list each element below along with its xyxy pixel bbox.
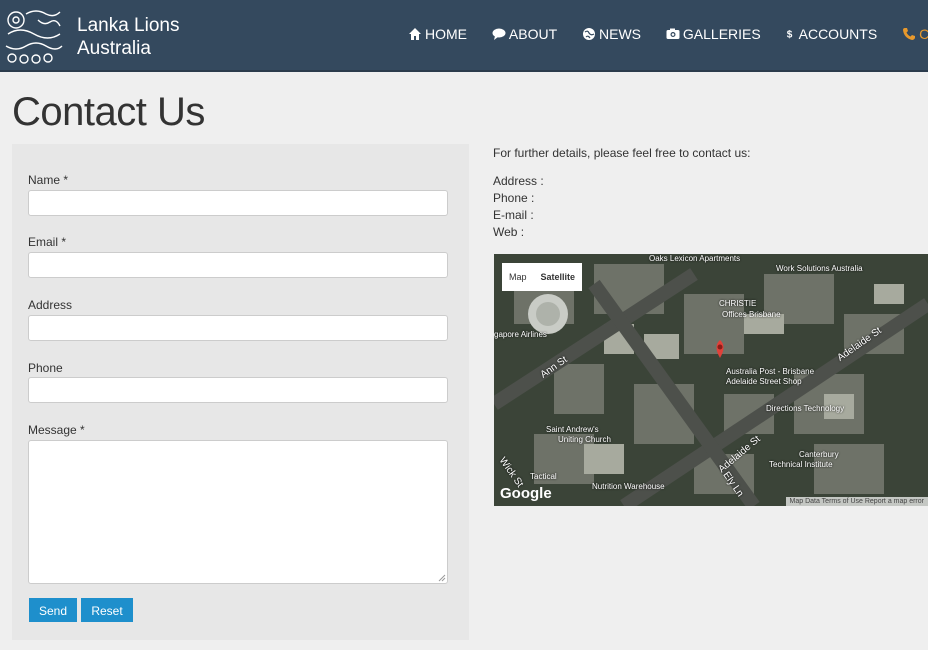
phone-info: Phone : (493, 191, 535, 205)
nav-contact-label: CONTA (919, 26, 928, 42)
name-label: Name * (28, 173, 69, 187)
poi-christie[interactable]: CHRISTIE (719, 299, 756, 308)
nav-home-label: HOME (425, 26, 467, 42)
map-type-map[interactable]: Map (502, 263, 534, 291)
map-footer[interactable]: Map Data Terms of Use Report a map error (785, 497, 928, 506)
page-title: Contact Us (12, 90, 205, 134)
poi-canterbury[interactable]: Canterbury (799, 450, 839, 459)
navbar: Lanka Lions Australia HOME ABOUT NEWS GA… (0, 0, 928, 72)
send-button[interactable]: Send (29, 598, 77, 622)
satellite-imagery (494, 254, 928, 506)
message-label: Message * (28, 423, 85, 437)
google-logo: Google (500, 485, 552, 502)
email-info: E-mail : (493, 208, 534, 222)
nav-accounts-label: ACCOUNTS (798, 26, 878, 42)
nav-news-label: NEWS (599, 26, 642, 42)
poi-oaks[interactable]: Oaks Lexicon Apartments (649, 254, 740, 263)
nav-about-label: ABOUT (508, 26, 558, 42)
resize-handle-icon[interactable] (438, 574, 446, 582)
poi-st-andrews-2[interactable]: Uniting Church (558, 435, 611, 444)
google-map[interactable]: Ann St Adelaide St Adelaide St Ely Ln Wi… (494, 254, 928, 506)
phone-input[interactable] (28, 377, 448, 403)
contact-info-heading: For further details, please feel free to… (493, 146, 751, 160)
nav-home[interactable]: HOME (408, 26, 467, 42)
nav-contact[interactable]: CONTA (902, 26, 928, 42)
svg-text:$: $ (786, 30, 792, 41)
nav-accounts[interactable]: $ ACCOUNTS (786, 26, 878, 42)
contact-form: Name * Email * Address Phone Message * S… (12, 144, 469, 640)
email-label: Email * (28, 235, 67, 249)
map-type-satellite[interactable]: Satellite (534, 263, 583, 291)
reset-button[interactable]: Reset (81, 598, 133, 622)
nav-galleries[interactable]: GALLERIES (666, 26, 761, 42)
main-nav: HOME ABOUT NEWS GALLERIES $ ACCOUNTS CON… (408, 26, 928, 44)
brand-line2: Australia (77, 38, 151, 59)
message-textarea[interactable] (28, 440, 448, 584)
chat-icon (492, 28, 506, 40)
poi-work-solutions[interactable]: Work Solutions Australia (776, 264, 863, 273)
name-input[interactable] (28, 190, 448, 216)
nav-galleries-label: GALLERIES (682, 26, 761, 42)
web-info: Web : (493, 225, 525, 239)
email-input[interactable] (28, 252, 448, 278)
lion-logo-icon[interactable] (2, 6, 66, 66)
address-info: Address : (493, 174, 544, 188)
globe-icon (583, 28, 596, 40)
brand-line1: Lanka Lions (77, 15, 180, 36)
dollar-icon: $ (786, 30, 792, 41)
poi-tactical[interactable]: Tactical (530, 472, 557, 481)
poi-nutrition-warehouse[interactable]: Nutrition Warehouse (592, 482, 665, 491)
phone-icon (903, 28, 916, 40)
home-icon (409, 28, 421, 40)
poi-directions-technology[interactable]: Directions Technology (766, 404, 844, 413)
address-input[interactable] (28, 315, 448, 341)
poi-st-andrews[interactable]: Saint Andrew's (546, 425, 599, 434)
camera-icon (666, 28, 680, 39)
poi-canterbury-2[interactable]: Technical Institute (769, 460, 833, 469)
brand[interactable]: Lanka Lions Australia (77, 14, 179, 60)
poi-singapore-airlines[interactable]: gapore Airlines (494, 330, 547, 339)
contact-info: For further details, please feel free to… (493, 146, 750, 241)
poi-australia-post[interactable]: Australia Post - Brisbane (726, 367, 814, 376)
map-type-toggle: Map Satellite (502, 263, 583, 291)
poi-australia-post-2[interactable]: Adelaide Street Shop (726, 377, 802, 386)
nav-news[interactable]: NEWS (582, 26, 641, 42)
phone-label: Phone (28, 361, 63, 375)
address-label: Address (28, 298, 73, 312)
nav-about[interactable]: ABOUT (492, 26, 557, 42)
poi-christie-2[interactable]: Offices Brisbane (722, 310, 781, 319)
